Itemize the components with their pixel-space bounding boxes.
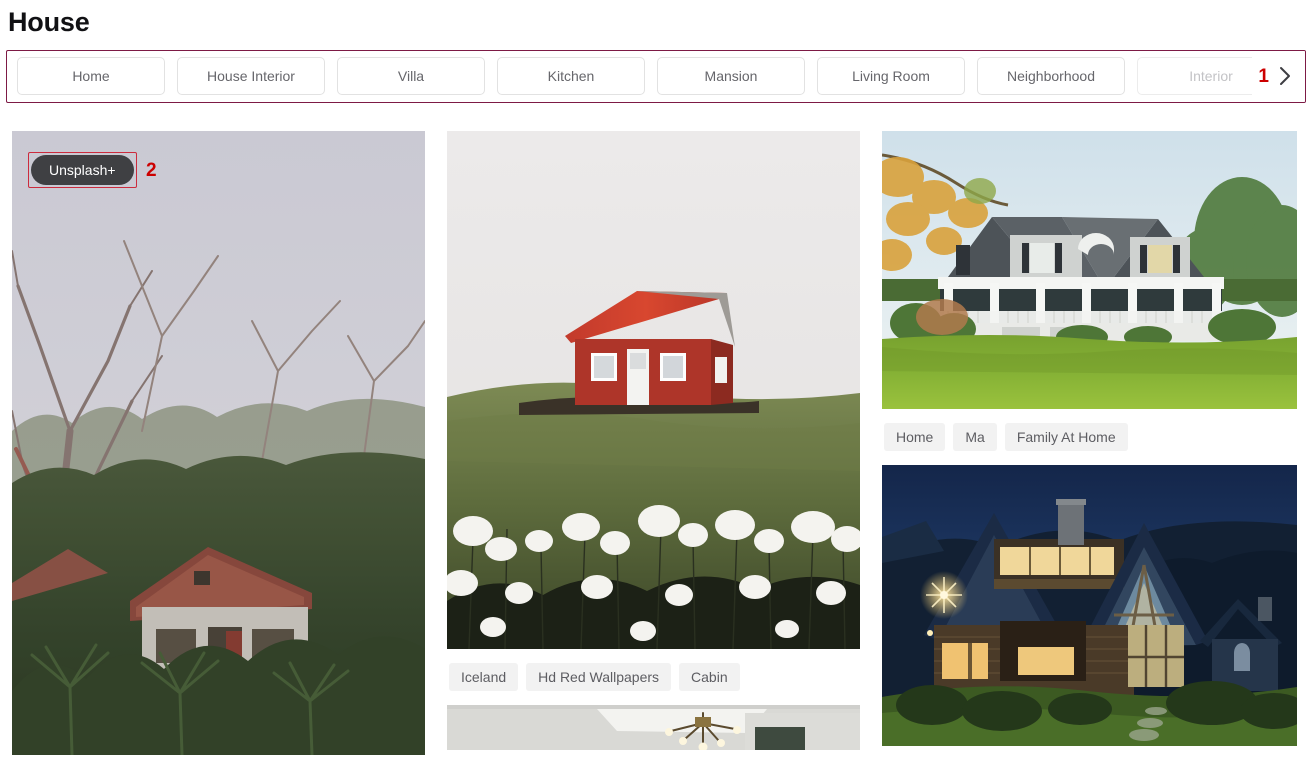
tag-filter-bar: Home House Interior Villa Kitchen Mansio…	[6, 49, 1306, 103]
photo-tag-cabin[interactable]: Cabin	[679, 663, 740, 691]
annotation-marker-2: 2	[146, 160, 157, 181]
photo-image-night-lodge	[882, 465, 1297, 746]
photo-tag-ma[interactable]: Ma	[953, 423, 997, 451]
chevron-right-icon[interactable]	[1277, 65, 1293, 87]
annotation-marker-1: 1	[1258, 65, 1269, 87]
photo-tag-family-at-home[interactable]: Family At Home	[1004, 423, 1128, 451]
tag-chip-list[interactable]: Home House Interior Villa Kitchen Mansio…	[7, 57, 1285, 96]
photo-card-red-cabin[interactable]	[447, 131, 860, 649]
photo-card-colonial-house[interactable]	[882, 131, 1297, 409]
tag-chip-house-interior[interactable]: House Interior	[177, 57, 325, 96]
photo-card-interior-ceiling[interactable]	[447, 705, 860, 750]
photo-image-colonial-house	[882, 131, 1297, 409]
photo-tag-row-red-cabin: Iceland Hd Red Wallpapers Cabin	[447, 649, 860, 705]
unsplash-plus-badge[interactable]: Unsplash+	[31, 155, 134, 185]
unsplash-plus-badge-highlight: Unsplash+	[28, 152, 137, 188]
tag-chip-mansion[interactable]: Mansion	[657, 57, 805, 96]
photo-tag-hd-red-wallpapers[interactable]: Hd Red Wallpapers	[526, 663, 672, 691]
photo-tag-row-colonial-house: Home Ma Family At Home	[882, 409, 1297, 465]
tag-chip-home[interactable]: Home	[17, 57, 165, 96]
gallery-column-right: Home Ma Family At Home	[882, 131, 1297, 746]
tag-chip-living-room[interactable]: Living Room	[817, 57, 965, 96]
photo-card-night-lodge[interactable]	[882, 465, 1297, 746]
tag-chip-villa[interactable]: Villa	[337, 57, 485, 96]
photo-tag-iceland[interactable]: Iceland	[449, 663, 519, 691]
photo-card-tropical-house[interactable]: Unsplash+	[12, 131, 425, 755]
photo-image-interior-ceiling	[447, 705, 860, 750]
gallery-column-middle: Iceland Hd Red Wallpapers Cabin	[447, 131, 860, 750]
photo-image-tropical-house	[12, 131, 425, 755]
tag-chip-neighborhood[interactable]: Neighborhood	[977, 57, 1125, 96]
photo-tag-home[interactable]: Home	[884, 423, 946, 451]
tag-chip-kitchen[interactable]: Kitchen	[497, 57, 645, 96]
gallery-column-left: Unsplash+	[12, 131, 425, 755]
tag-bar-controls: 1	[1252, 50, 1305, 102]
page-title: House	[8, 7, 90, 37]
photo-gallery: Unsplash+ Iceland Hd Red Wallpapers Cabi…	[12, 131, 1300, 755]
photo-image-red-cabin	[447, 131, 860, 649]
